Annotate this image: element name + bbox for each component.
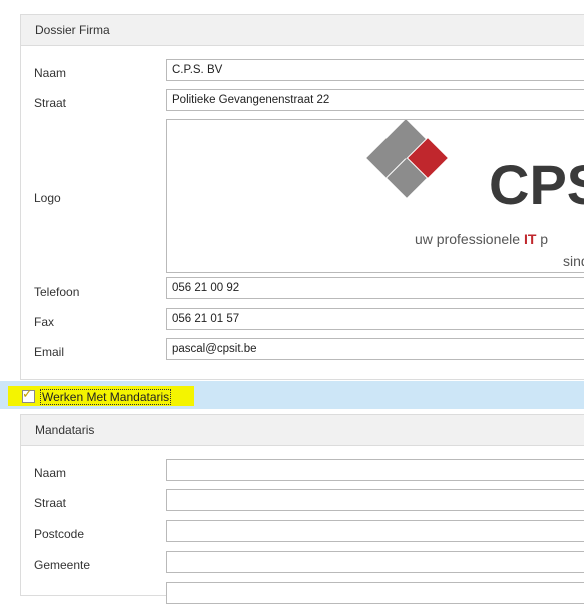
naam-field[interactable]: C.P.S. BV bbox=[166, 59, 584, 81]
telefoon-label: Telefoon bbox=[34, 285, 80, 299]
mandataris-extra-field[interactable] bbox=[166, 582, 584, 604]
fax-field[interactable]: 056 21 01 57 bbox=[166, 308, 584, 330]
fax-label: Fax bbox=[34, 315, 55, 329]
mandataris-postcode-field[interactable] bbox=[166, 520, 584, 542]
logo-label: Logo bbox=[34, 191, 61, 205]
werken-met-mandataris-checkbox[interactable]: ✓ bbox=[22, 387, 35, 403]
mandataris-straat-label: Straat bbox=[34, 496, 67, 510]
straat-field[interactable]: Politieke Gevangenenstraat 22 bbox=[166, 89, 584, 111]
email-label: Email bbox=[34, 345, 65, 359]
telefoon-field[interactable]: 056 21 00 92 bbox=[166, 277, 584, 299]
mandataris-group: Mandataris Naam Straat Postcode Gemeente bbox=[20, 414, 584, 604]
mandataris-header: Mandataris bbox=[21, 415, 584, 446]
logo-brand-text: CPS bbox=[489, 153, 584, 216]
logo-tagline: uw professionele IT p bbox=[415, 231, 548, 247]
werken-met-mandataris-label[interactable]: Werken Met Mandataris bbox=[40, 389, 172, 405]
mandataris-gemeente-label: Gemeente bbox=[34, 558, 91, 572]
naam-label: Naam bbox=[34, 66, 67, 80]
logo-tagline-highlight: IT bbox=[524, 231, 537, 247]
cps-logo-image: CPS uw professionele IT p sinds bbox=[366, 120, 584, 269]
mandataris-naam-field[interactable] bbox=[166, 459, 584, 481]
dossier-firma-group: Dossier Firma Naam C.P.S. BV Straat Poli… bbox=[20, 14, 584, 380]
check-icon: ✓ bbox=[22, 387, 33, 402]
email-field[interactable]: pascal@cpsit.be bbox=[166, 338, 584, 360]
dossier-firma-header: Dossier Firma bbox=[21, 15, 584, 46]
mandataris-straat-field[interactable] bbox=[166, 489, 584, 511]
logo-tagline-line2: sinds bbox=[563, 253, 584, 269]
mandataris-postcode-label: Postcode bbox=[34, 527, 85, 541]
logo-tagline-suffix: p bbox=[536, 231, 548, 247]
mandataris-naam-label: Naam bbox=[34, 466, 67, 480]
logo-image-box[interactable]: CPS uw professionele IT p sinds bbox=[166, 119, 584, 273]
straat-label: Straat bbox=[34, 96, 67, 110]
mandataris-gemeente-field[interactable] bbox=[166, 551, 584, 573]
logo-tagline-prefix: uw professionele bbox=[415, 231, 524, 247]
